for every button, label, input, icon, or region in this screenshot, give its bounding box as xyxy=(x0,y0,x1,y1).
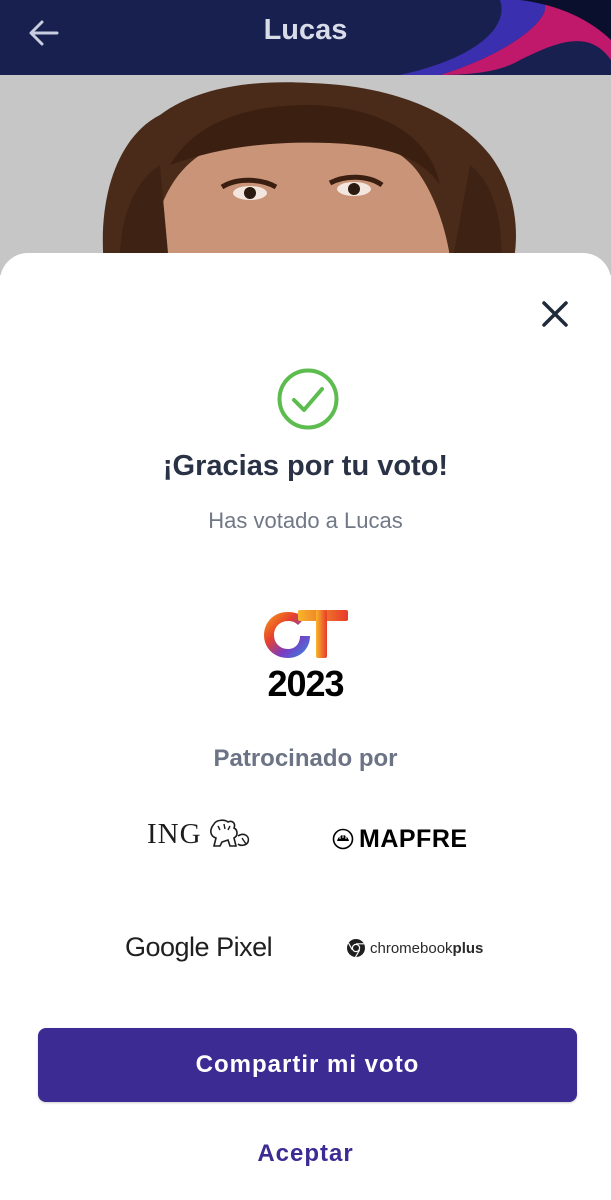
chromebook-word: chromebook xyxy=(370,939,453,957)
thanks-heading: ¡Gracias por tu voto! xyxy=(162,450,449,482)
sponsored-by-label: Patrocinado por xyxy=(213,745,398,772)
page-title: Lucas xyxy=(263,14,348,46)
sponsor-chromebook-plus-logo: chromebookplus xyxy=(346,935,483,961)
mapfre-emblem-icon xyxy=(332,828,354,850)
app-bar: Lucas xyxy=(0,0,611,75)
contestant-photo xyxy=(0,75,611,275)
sponsor-google-pixel-name: Google Pixel xyxy=(125,931,273,962)
close-button[interactable] xyxy=(533,292,577,336)
share-vote-button[interactable]: Compartir mi voto xyxy=(38,1028,577,1102)
chrome-icon xyxy=(347,939,365,958)
plus-word: plus xyxy=(452,939,484,957)
accept-button[interactable]: Aceptar xyxy=(230,1132,381,1176)
voted-for-text: Has votado a Lucas xyxy=(208,508,403,533)
sponsor-mapfre-logo: MAPFRE xyxy=(332,824,468,854)
sponsor-google-pixel-logo: Google Pixel xyxy=(125,927,273,967)
ot-year: 2023 xyxy=(267,663,344,704)
lion-icon xyxy=(209,819,249,847)
sponsor-chromebook-name: chromebookplus xyxy=(370,940,483,957)
sponsor-ing-name: ING xyxy=(147,817,202,850)
contestant-portrait-image xyxy=(0,75,611,275)
check-circle-icon xyxy=(277,368,339,430)
sponsor-ing-logo: ING xyxy=(147,814,252,854)
close-icon xyxy=(542,301,568,327)
sponsor-mapfre-name: MAPFRE xyxy=(359,824,468,853)
